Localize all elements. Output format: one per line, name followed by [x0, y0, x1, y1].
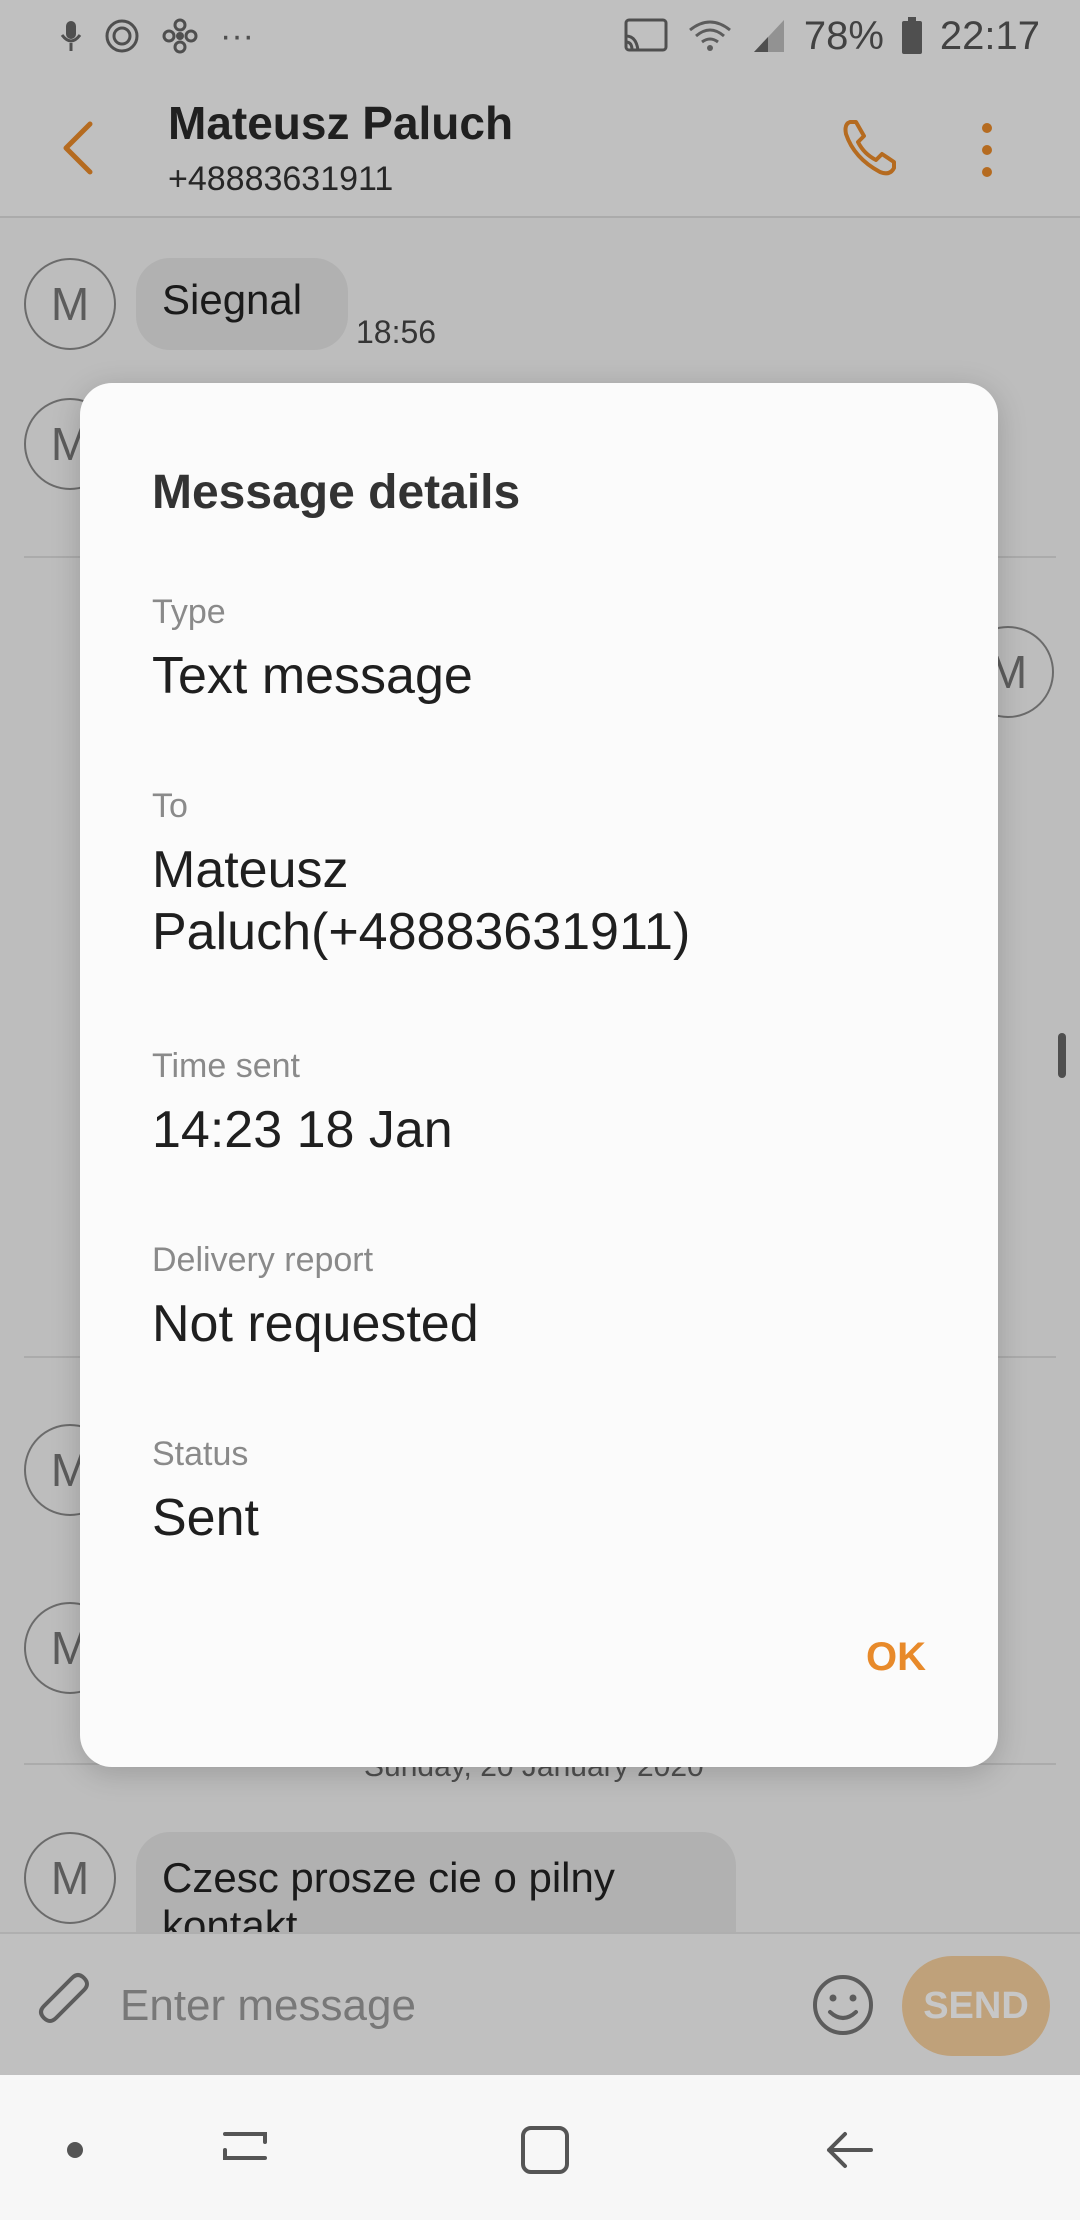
recent-apps-button[interactable] [210, 2115, 280, 2185]
ok-button[interactable]: OK [866, 1635, 926, 1680]
nav-dot-button[interactable] [40, 2115, 110, 2185]
home-button[interactable] [510, 2115, 580, 2185]
field-label-to: To [152, 787, 188, 825]
field-value-type: Text message [152, 647, 473, 705]
field-label-type: Type [152, 593, 226, 631]
nav-back-button[interactable] [814, 2115, 884, 2185]
navigation-bar [0, 2075, 1080, 2220]
recent-apps-icon [223, 2132, 267, 2160]
field-label-delivery-report: Delivery report [152, 1241, 374, 1279]
nav-back-arrow-icon [827, 2132, 873, 2168]
field-value-status: Sent [152, 1489, 259, 1547]
dialog-title: Message details [152, 466, 521, 519]
field-value-to: Mateusz Paluch(+48883631911) [152, 841, 691, 961]
home-square-icon [521, 2126, 569, 2174]
field-label-status: Status [152, 1435, 249, 1473]
field-value-time-sent: 14:23 18 Jan [152, 1101, 453, 1159]
field-value-delivery-report: Not requested [152, 1295, 479, 1353]
field-label-time-sent: Time sent [152, 1047, 301, 1085]
message-details-dialog: Message details Type Text message To Mat… [80, 383, 998, 1767]
dot-icon [67, 2142, 83, 2158]
